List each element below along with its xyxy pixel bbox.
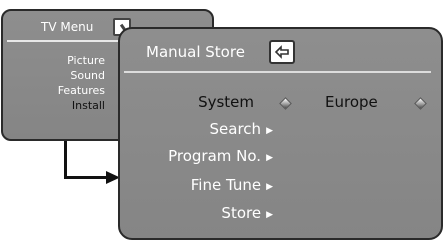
menu-item-features[interactable]: Features	[9, 83, 105, 98]
system-label: System	[198, 93, 254, 111]
connector-line-vertical	[64, 141, 67, 179]
menu-item-install[interactable]: Install	[9, 98, 105, 113]
back-arrow-icon[interactable]	[269, 40, 295, 64]
fine-tune-label: Fine Tune	[190, 176, 262, 194]
title-divider	[124, 71, 431, 73]
program-no-label: Program No.	[168, 147, 262, 165]
connector-line-horizontal	[64, 176, 110, 179]
menu-item-picture[interactable]: Picture	[9, 53, 105, 68]
store-row[interactable]: Store ▶	[221, 204, 273, 222]
right-adjust-icon[interactable]	[414, 97, 427, 110]
system-value: Europe	[325, 93, 378, 111]
right-triangle-icon: ▶	[266, 153, 273, 163]
right-triangle-icon: ▶	[266, 182, 273, 192]
search-row[interactable]: Search ▶	[210, 120, 273, 138]
left-adjust-icon[interactable]	[279, 97, 292, 110]
menu-item-sound[interactable]: Sound	[9, 68, 105, 83]
fine-tune-row[interactable]: Fine Tune ▶	[191, 176, 273, 194]
manual-store-panel: Manual Store System Europe Search ▶ Progr…	[118, 27, 443, 240]
right-triangle-icon: ▶	[266, 210, 273, 220]
program-no-row[interactable]: Program No. ▶	[168, 147, 273, 165]
manual-store-title: Manual Store	[146, 43, 245, 61]
right-triangle-icon: ▶	[266, 126, 273, 136]
system-row[interactable]: System	[198, 93, 254, 111]
tv-menu-list: Picture Sound Features Install	[9, 53, 105, 113]
search-label: Search	[209, 120, 262, 138]
store-label: Store	[221, 204, 262, 222]
tv-menu-title: TV Menu	[41, 20, 94, 34]
